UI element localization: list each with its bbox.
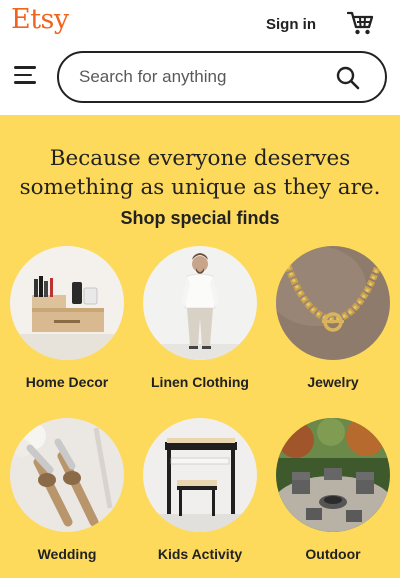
headline-line-2: something as unique as they are.: [19, 175, 381, 200]
linen-clothing-image[interactable]: [143, 246, 257, 360]
search-icon[interactable]: [335, 65, 361, 91]
category-label[interactable]: Jewelry: [256, 374, 400, 390]
kids-activity-image[interactable]: [143, 418, 257, 532]
hero-banner: Because everyone deserves something as u…: [0, 115, 400, 578]
hero-subhead: Shop special finds: [120, 208, 280, 228]
outdoor-image[interactable]: [276, 418, 390, 532]
search-bar: [57, 51, 387, 103]
sign-in-link[interactable]: Sign in: [266, 16, 316, 33]
wedding-image[interactable]: [10, 418, 124, 532]
hero-headline: Because everyone deserves something as u…: [0, 144, 400, 202]
site-header: Etsy Sign in: [0, 0, 400, 115]
home-decor-image[interactable]: [10, 246, 124, 360]
cart-icon[interactable]: [346, 10, 375, 36]
hamburger-menu-icon[interactable]: [14, 66, 36, 84]
jewelry-image[interactable]: [276, 246, 390, 360]
category-label[interactable]: Outdoor: [256, 546, 400, 562]
category-label[interactable]: Kids Activity: [123, 546, 277, 562]
headline-line-1: Because everyone deserves: [49, 146, 351, 171]
search-input[interactable]: [79, 65, 329, 89]
category-label[interactable]: Linen Clothing: [123, 374, 277, 390]
etsy-logo[interactable]: Etsy: [11, 4, 69, 35]
